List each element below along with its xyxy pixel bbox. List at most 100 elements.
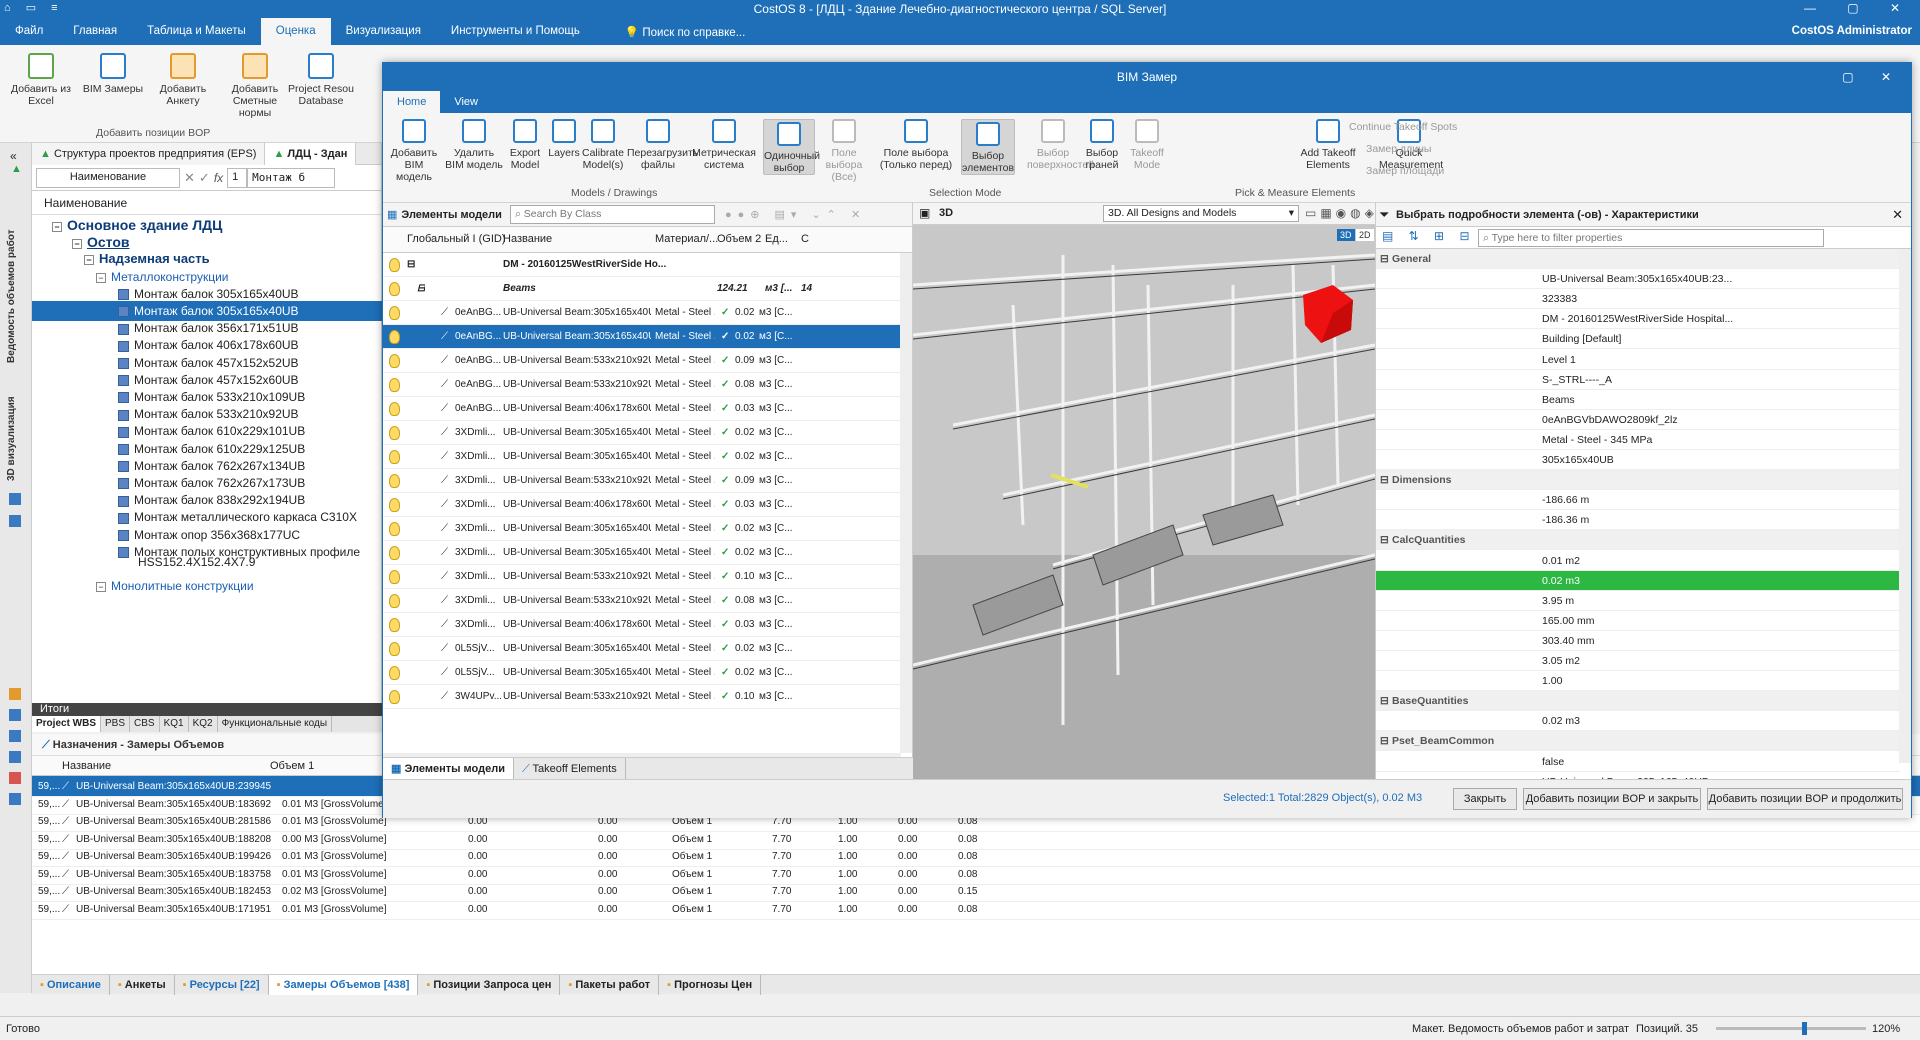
element-row[interactable]: ⟋ 3XDmli... UB-Universal Beam:533x210x92UB… <box>383 469 901 493</box>
property-row[interactable]: CalcCrossSectionHeight303.40 mm <box>1376 631 1900 651</box>
element-row[interactable]: ⟋ 0eAnBG...UB-Universal Beam:533x210x92UB… <box>383 373 901 397</box>
property-row[interactable]: CalcPiece1.00 <box>1376 671 1900 692</box>
bim-button-4[interactable]: Calibrate Model(s) <box>581 119 625 171</box>
view-2d-badge[interactable]: 2D <box>1356 229 1374 241</box>
area-measure-button[interactable]: Замер площади <box>1366 165 1444 177</box>
people-icon[interactable] <box>9 751 21 763</box>
property-row[interactable]: CalcCrossSectionWidth165.00 mm <box>1376 611 1900 631</box>
wbs-tab-0[interactable]: Project WBS <box>32 716 102 732</box>
visibility-bulb-icon[interactable] <box>389 330 400 344</box>
visibility-bulb-icon[interactable] <box>389 354 400 368</box>
bottom-tab-3[interactable]: ▪ Замеры Объемов [438] <box>268 974 419 995</box>
visibility-bulb-icon[interactable] <box>389 618 400 632</box>
chart-icon[interactable] <box>9 793 21 805</box>
bottom-tab-4[interactable]: ▪ Позиции Запроса цен <box>418 974 561 995</box>
wbs-tab-1[interactable]: PBS <box>101 716 131 732</box>
form-icon[interactable] <box>9 688 21 700</box>
property-category[interactable]: ⊟ Pset_BeamCommon <box>1376 731 1900 752</box>
elements-col-0[interactable]: Глобальный I (GID) <box>407 233 506 245</box>
close-button[interactable]: Закрыть <box>1453 788 1517 810</box>
ribbon-button-0[interactable]: Добавить из Excel <box>6 53 76 107</box>
tree-leaf-item[interactable]: HSS152.4X152.4X7.9 <box>32 555 382 569</box>
property-row[interactable]: ЭтажLevel 1 <box>1376 350 1900 370</box>
wbs-tab-2[interactable]: CBS <box>130 716 160 732</box>
bim-button-9[interactable]: Поле выбора (Только перед) <box>877 119 955 171</box>
bottom-tab-6[interactable]: ▪ Прогнозы Цен <box>659 974 762 995</box>
elements-vscroll[interactable] <box>900 253 912 753</box>
property-row[interactable]: GrossVolume0.02 m3 <box>1376 711 1900 732</box>
layers-icon[interactable] <box>9 515 21 527</box>
collapse-toggle-icon[interactable]: ⊟ <box>407 253 415 277</box>
collapse-toggle-icon[interactable]: ⊟ <box>1380 530 1389 550</box>
user-name[interactable]: CostOS Administrator <box>1792 25 1912 37</box>
element-row[interactable]: ⟋ 3XDmli... UB-Universal Beam:406x178x60UB… <box>383 613 901 637</box>
close-icon[interactable]: ✕ <box>1892 203 1903 227</box>
cube-icon[interactable] <box>9 493 21 505</box>
bim-button-3[interactable]: Layers <box>547 119 581 159</box>
model-row[interactable]: ⊟ DM - 20160125WestRiverSide Ho... <box>383 253 901 277</box>
green-triangle-icon[interactable]: ▲ <box>11 163 22 175</box>
visibility-bulb-icon[interactable] <box>389 498 400 512</box>
tab-eps[interactable]: ▲ Структура проектов предприятия (EPS) <box>32 142 266 165</box>
visibility-bulb-icon[interactable] <box>389 546 400 560</box>
visibility-bulb-icon[interactable] <box>389 690 400 704</box>
collapse-toggle-icon[interactable]: ⊟ <box>1380 691 1389 711</box>
visibility-bulb-icon[interactable] <box>389 666 400 680</box>
bim-button-7[interactable]: Одиночный выбор <box>763 119 820 175</box>
menu-tab-4[interactable]: Визуализация <box>331 18 436 45</box>
zoom-slider[interactable] <box>1716 1027 1866 1030</box>
col-name[interactable]: Название <box>62 760 111 772</box>
collapse-toggle-icon[interactable]: − <box>96 272 106 283</box>
ribbon-button-4[interactable]: Project Resou Database <box>286 53 356 107</box>
visibility-bulb-icon[interactable] <box>389 570 400 584</box>
collapse-toggle-icon[interactable]: ⊟ <box>1380 731 1389 751</box>
visibility-bulb-icon[interactable] <box>389 258 400 272</box>
bim-button-0[interactable]: Добавить BIM модель <box>389 119 439 183</box>
property-category[interactable]: ⊟ CalcQuantities <box>1376 530 1900 551</box>
property-row[interactable]: TitleUB-Universal Beam:305x165x40UB:23..… <box>1376 269 1900 290</box>
accept-icon[interactable]: ✓ <box>199 170 210 186</box>
collapse-toggle-icon[interactable]: − <box>72 239 82 250</box>
view-3d-badge[interactable]: 3D <box>1337 229 1355 241</box>
bim-button-13[interactable]: Takeoff Mode <box>1129 119 1165 171</box>
menu-tab-2[interactable]: Таблица и Макеты <box>132 18 261 45</box>
wbs-tab-4[interactable]: KQ2 <box>189 716 218 732</box>
property-row[interactable]: СлойS-_STRL----_A <box>1376 370 1900 390</box>
visibility-bulb-icon[interactable] <box>389 522 400 536</box>
menu-tab-1[interactable]: Главная <box>58 18 132 45</box>
visibility-bulb-icon[interactable] <box>389 306 400 320</box>
ribbon-button-1[interactable]: BIM Замеры <box>78 53 148 95</box>
elements-tab-1[interactable]: ⟋ Takeoff Elements <box>514 757 626 780</box>
property-tools[interactable]: ▤ ⇅ ⊞ ⊟ <box>1382 229 1476 243</box>
bim-window-controls[interactable]: ▢ ✕ <box>1842 63 1903 91</box>
visibility-bulb-icon[interactable] <box>389 282 400 296</box>
elements-tab-0[interactable]: ▦ Элементы модели <box>383 757 514 780</box>
bottom-tab-2[interactable]: ▪ Ресурсы [22] <box>175 974 269 995</box>
3d-viewport[interactable]: ▣ 3D 3D. All Designs and Models▾ ▭▦◉◍◈◆ <box>913 203 1375 779</box>
element-row[interactable]: ⟋ 3XDmli... UB-Universal Beam:305x165x40UB… <box>383 541 901 565</box>
visibility-bulb-icon[interactable] <box>389 642 400 656</box>
property-row[interactable]: CalcFootprintArea [Qty3]0.01 m2 <box>1376 551 1900 571</box>
bottom-tab-1[interactable]: ▪ Анкеты <box>110 974 175 995</box>
property-row[interactable]: CalcLength [Qty1]3.95 m <box>1376 591 1900 611</box>
bim-button-12[interactable]: Выбор граней <box>1083 119 1121 171</box>
element-row[interactable]: ⟋ 0L5SjV... UB-Universal Beam:305x165x40UB… <box>383 637 901 661</box>
property-row[interactable]: МатериалMetal - Steel - 345 MPa <box>1376 430 1900 450</box>
property-row[interactable]: Подтип305x165x40UB <box>1376 450 1900 470</box>
property-row[interactable]: TypeBeams <box>1376 390 1900 410</box>
wbs-tab-5[interactable]: Функциональные коды <box>218 716 333 732</box>
visibility-bulb-icon[interactable] <box>389 450 400 464</box>
cancel-icon[interactable]: ✕ <box>184 170 195 186</box>
visibility-bulb-icon[interactable] <box>389 426 400 440</box>
view-combo[interactable]: 3D. All Designs and Models ▾ <box>1103 205 1299 222</box>
property-row[interactable]: ЗданиеBuilding [Default] <box>1376 329 1900 350</box>
element-row[interactable]: ⟋ 0eAnBG...UB-Universal Beam:305x165x40UB… <box>383 325 901 349</box>
property-category[interactable]: ⊟ Dimensions <box>1376 470 1900 491</box>
ribbon-button-2[interactable]: Добавить Анкету <box>148 53 218 107</box>
class-search-input[interactable]: ⌕ Search By Class <box>509 205 715 224</box>
tab-project[interactable]: ▲ ЛДЦ - Здан <box>265 142 357 165</box>
property-row[interactable]: МодельDM - 20160125WestRiverSide Hospita… <box>1376 309 1900 330</box>
tree-group-item[interactable]: − Монолитные конструкции <box>32 576 382 596</box>
bim-button-10[interactable]: Выбор элементов <box>961 119 1015 175</box>
grid-icon[interactable] <box>9 709 21 721</box>
